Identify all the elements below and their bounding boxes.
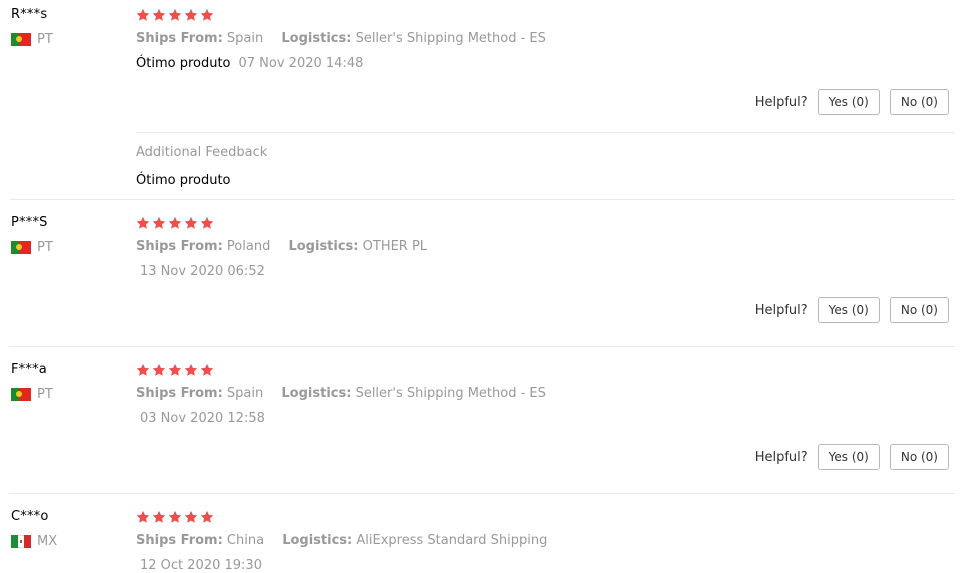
star-icon: [136, 216, 150, 230]
divider: [136, 132, 955, 133]
helpful-yes-button[interactable]: Yes (0): [817, 297, 880, 323]
review-date: 03 Nov 2020 12:58: [140, 411, 265, 426]
helpful-no-button[interactable]: No (0): [889, 444, 949, 470]
shipping-info: Ships From: Poland Logistics: OTHER PL: [136, 239, 427, 254]
ships-from-value: Spain: [226, 386, 264, 401]
reviewer-country: PT: [11, 240, 53, 255]
mexico-flag-icon: [11, 535, 31, 548]
helpful-row: Helpful? Yes (0) No (0): [755, 89, 949, 115]
star-rating: [136, 216, 214, 230]
star-icon: [168, 8, 182, 22]
helpful-label: Helpful?: [754, 302, 808, 318]
ships-from-label: Ships From:: [136, 386, 223, 401]
star-rating: [136, 8, 214, 22]
shipping-info: Ships From: Spain Logistics: Seller's Sh…: [136, 386, 546, 401]
star-icon: [136, 8, 150, 22]
star-icon: [200, 216, 214, 230]
star-icon: [168, 510, 182, 524]
star-icon: [152, 363, 166, 377]
reviewer-country: MX: [11, 534, 57, 549]
star-icon: [168, 363, 182, 377]
logistics-value: OTHER PL: [362, 239, 428, 254]
ships-from-label: Ships From:: [136, 239, 223, 254]
portugal-flag-icon: [11, 33, 31, 46]
reviewer-country: PT: [11, 32, 53, 47]
shipping-info: Ships From: Spain Logistics: Seller's Sh…: [136, 31, 546, 46]
star-icon: [184, 510, 198, 524]
country-code: PT: [37, 387, 53, 402]
portugal-flag-icon: [11, 388, 31, 401]
reviewer-country: PT: [11, 387, 53, 402]
star-icon: [136, 510, 150, 524]
star-icon: [168, 216, 182, 230]
star-rating: [136, 510, 214, 524]
star-icon: [200, 363, 214, 377]
helpful-no-button[interactable]: No (0): [889, 297, 949, 323]
ships-from-value: China: [226, 533, 265, 548]
star-icon: [200, 510, 214, 524]
shipping-info: Ships From: China Logistics: AliExpress …: [136, 533, 547, 548]
review-item: R***s PT Ships From: Spain Logistics: Se…: [0, 0, 974, 199]
helpful-no-button[interactable]: No (0): [889, 89, 949, 115]
review-item: C***o MX Ships From: China Logistics: Al…: [0, 494, 974, 573]
helpful-row: Helpful? Yes (0) No (0): [755, 444, 949, 470]
ships-from-label: Ships From:: [136, 31, 223, 46]
helpful-yes-button[interactable]: Yes (0): [817, 444, 880, 470]
reviewer-name: F***a: [11, 362, 47, 377]
star-icon: [200, 8, 214, 22]
feedback-text: Ótimo produto 07 Nov 2020 14:48: [136, 56, 363, 71]
additional-feedback-text: Ótimo produto: [136, 173, 231, 188]
logistics-value: Seller's Shipping Method - ES: [355, 386, 546, 401]
star-icon: [136, 363, 150, 377]
helpful-label: Helpful?: [754, 94, 808, 110]
ships-from-label: Ships From:: [136, 533, 223, 548]
portugal-flag-icon: [11, 241, 31, 254]
country-code: MX: [37, 534, 58, 549]
ships-from-value: Poland: [226, 239, 271, 254]
review-date: 07 Nov 2020 14:48: [238, 56, 364, 71]
logistics-label: Logistics:: [281, 31, 352, 46]
logistics-value: AliExpress Standard Shipping: [356, 533, 548, 548]
star-icon: [152, 8, 166, 22]
country-code: PT: [37, 240, 53, 255]
reviewer-name: P***S: [11, 215, 48, 230]
star-icon: [184, 8, 198, 22]
additional-feedback-title: Additional Feedback: [136, 145, 268, 160]
reviewer-name: R***s: [11, 7, 48, 22]
logistics-label: Logistics:: [282, 533, 353, 548]
logistics-label: Logistics:: [281, 386, 352, 401]
feedback-content: Ótimo produto: [136, 56, 231, 71]
helpful-yes-button[interactable]: Yes (0): [817, 89, 880, 115]
helpful-row: Helpful? Yes (0) No (0): [755, 297, 949, 323]
logistics-value: Seller's Shipping Method - ES: [355, 31, 546, 46]
ships-from-value: Spain: [226, 31, 264, 46]
star-icon: [184, 363, 198, 377]
reviewer-name: C***o: [11, 509, 49, 524]
star-icon: [184, 216, 198, 230]
helpful-label: Helpful?: [754, 449, 808, 465]
star-rating: [136, 363, 214, 377]
star-icon: [152, 216, 166, 230]
country-code: PT: [37, 32, 53, 47]
review-item: P***S PT Ships From: Poland Logistics: O…: [0, 200, 974, 346]
review-date: 13 Nov 2020 06:52: [140, 264, 265, 279]
star-icon: [152, 510, 166, 524]
logistics-label: Logistics:: [288, 239, 359, 254]
review-item: F***a PT Ships From: Spain Logistics: Se…: [0, 347, 974, 493]
